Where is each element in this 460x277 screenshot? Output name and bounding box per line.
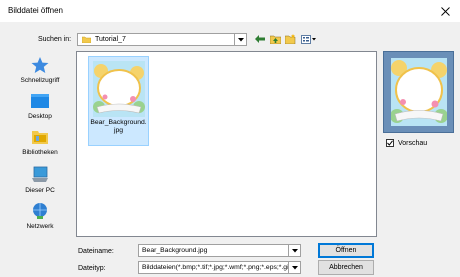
filetype-dropdown[interactable]: Bilddateien(*.bmp;*.tif;*.jpg;*.wmf;*.pn… xyxy=(138,261,301,274)
network-icon xyxy=(30,202,50,220)
place-label: Schnellzugriff xyxy=(20,77,60,84)
view-menu-icon xyxy=(301,34,316,44)
close-button[interactable] xyxy=(430,0,460,22)
close-icon xyxy=(440,6,450,16)
checkmark-icon xyxy=(387,140,393,146)
star-icon xyxy=(30,56,50,74)
preview-checkbox-label: Vorschau xyxy=(398,139,428,147)
filetype-value: Bilddateien(*.bmp;*.tif;*.jpg;*.wmf;*.pn… xyxy=(142,264,289,271)
file-item[interactable]: Bear_Background.jpg xyxy=(88,56,149,146)
back-arrow-icon xyxy=(255,35,265,43)
place-dieser-pc[interactable]: Dieser PC xyxy=(8,166,72,194)
up-folder-icon xyxy=(269,35,281,44)
computer-icon xyxy=(30,166,50,184)
up-folder-button[interactable] xyxy=(269,33,281,45)
chevron-down-icon[interactable] xyxy=(288,262,300,273)
preview-panel xyxy=(383,51,454,133)
desktop-icon xyxy=(30,92,50,110)
folder-icon xyxy=(81,36,92,44)
file-name-label: Bear_Background.jpg xyxy=(90,119,147,134)
places-bar: Schnellzugriff Desktop Bibliotheken Dies… xyxy=(8,52,72,252)
filename-value: Bear_Background.jpg xyxy=(142,247,208,254)
lookin-value: Tutorial_7 xyxy=(95,36,126,43)
filetype-label: Dateityp: xyxy=(78,265,106,272)
dialog-body: Suchen in: Tutorial_7 Schnellzugriff Des… xyxy=(0,22,460,277)
place-desktop[interactable]: Desktop xyxy=(8,92,72,120)
title-bar: Bilddatei öffnen xyxy=(0,0,460,22)
place-label: Desktop xyxy=(28,113,52,120)
new-folder-icon xyxy=(284,34,295,44)
preview-toggle[interactable]: Vorschau xyxy=(386,139,427,147)
window-title: Bilddatei öffnen xyxy=(8,6,64,15)
open-button[interactable]: Öffnen xyxy=(318,243,374,258)
lookin-label: Suchen in: xyxy=(38,36,72,43)
place-netzwerk[interactable]: Netzwerk xyxy=(8,202,72,230)
place-schnellzugriff[interactable]: Schnellzugriff xyxy=(8,56,72,84)
view-menu-button[interactable] xyxy=(300,33,318,45)
file-list[interactable]: Bear_Background.jpg xyxy=(76,51,377,237)
libraries-icon xyxy=(30,128,50,146)
place-label: Bibliotheken xyxy=(22,149,58,156)
back-button[interactable] xyxy=(254,33,266,45)
place-bibliotheken[interactable]: Bibliotheken xyxy=(8,128,72,156)
filename-input[interactable]: Bear_Background.jpg xyxy=(138,244,301,257)
preview-image xyxy=(390,58,448,126)
place-label: Netzwerk xyxy=(26,223,54,230)
chevron-down-icon[interactable] xyxy=(288,245,300,256)
cancel-button[interactable]: Abbrechen xyxy=(318,260,374,275)
lookin-dropdown[interactable]: Tutorial_7 xyxy=(77,33,247,46)
chevron-down-icon[interactable] xyxy=(234,34,246,45)
new-folder-button[interactable] xyxy=(284,33,296,45)
filename-label: Dateiname: xyxy=(78,248,114,255)
preview-checkbox[interactable] xyxy=(386,139,394,147)
file-thumbnail xyxy=(93,61,145,117)
place-label: Dieser PC xyxy=(25,187,55,194)
